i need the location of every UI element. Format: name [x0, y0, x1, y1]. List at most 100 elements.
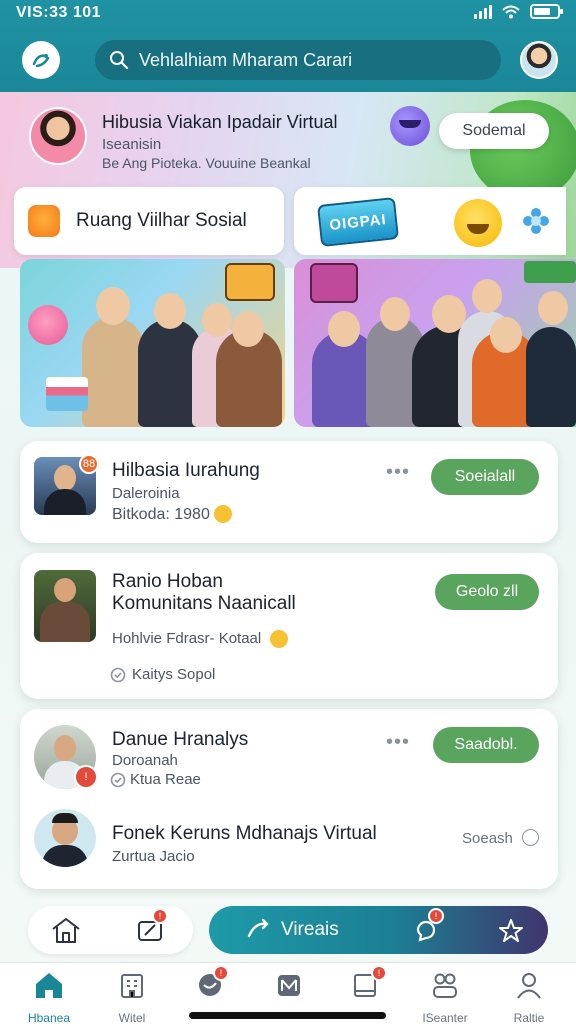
card-title-line2: Komunitans Naanicall — [112, 593, 296, 614]
search-input[interactable] — [139, 49, 479, 71]
search-icon — [110, 51, 129, 70]
person-figure — [82, 317, 144, 427]
community-card[interactable]: ! Danue Hranalys Doroanah Ktua Reae ••• … — [20, 709, 558, 889]
status-icons — [474, 4, 563, 19]
flag-sticker-icon — [46, 377, 88, 411]
person-head — [472, 279, 502, 313]
quick-actions: ! — [28, 906, 193, 954]
more-options-icon[interactable]: ••• — [386, 731, 410, 754]
signal-icon — [474, 4, 492, 19]
star-icon[interactable] — [498, 918, 524, 944]
nav-profile[interactable]: Raltie — [489, 971, 569, 1024]
card-avatar — [34, 570, 96, 642]
card-title: Ranio Hoban — [112, 571, 223, 592]
battery-icon — [530, 4, 563, 19]
nav-label: Hbanea — [27, 1011, 71, 1024]
social-room-chip[interactable]: Ruang Viilhar Sosial — [14, 187, 284, 255]
banner-description: Be Ang Pioteka. Vouuine Beankal — [102, 155, 311, 171]
social-room-label: Ruang Viilhar Sosial — [76, 210, 247, 231]
sticker-icon — [28, 305, 68, 345]
community-card[interactable]: Ranio Hoban Komunitans Naanicall Hohlvie… — [20, 553, 558, 699]
card-meta: Ktua Reae — [130, 771, 201, 788]
search-bar[interactable] — [95, 40, 501, 80]
person-head — [202, 303, 232, 337]
flower-icon — [523, 208, 549, 234]
mail-icon — [278, 975, 300, 996]
person-head — [380, 297, 410, 331]
app-logo-button[interactable] — [22, 41, 60, 79]
card-action-button[interactable]: Geolo zll — [435, 574, 539, 610]
person-head — [328, 311, 360, 347]
banner-title: Hibusia Viakan Ipadair Virtual — [102, 112, 338, 132]
nav-center[interactable]: ISeanter — [405, 971, 485, 1024]
community-photo-left[interactable] — [20, 259, 285, 427]
status-time: VIS:33 101 — [16, 4, 102, 21]
smiley-icon — [454, 199, 502, 247]
emoji-icon — [270, 630, 288, 648]
notification-badge: ! — [371, 965, 387, 981]
virtual-action-bar[interactable]: Vireais ! — [209, 906, 548, 954]
home-indicator — [189, 1012, 386, 1019]
nav-home[interactable]: Hbanea — [9, 971, 89, 1024]
nav-label: Raltie — [513, 1011, 545, 1024]
sticker-icon — [524, 261, 576, 283]
card-status: Soeash — [462, 830, 513, 847]
card-subtitle: Zurtua Jacio — [112, 848, 195, 865]
action-bar-label: Vireais — [281, 919, 339, 940]
sticker-icon — [310, 263, 358, 303]
card-subtitle: Doroanah — [112, 752, 178, 769]
check-circle-icon — [110, 772, 126, 788]
people-icon — [433, 973, 457, 998]
person-head — [96, 287, 130, 325]
card-title: Danue Hranalys — [112, 729, 249, 750]
card-meta: Bitkoda: 1980 — [112, 506, 210, 523]
person-head — [232, 311, 264, 347]
person-figure — [526, 327, 576, 427]
banner-button[interactable]: Sodemal — [439, 113, 549, 149]
check-circle-icon — [110, 667, 126, 683]
emoji-sticker-icon — [390, 106, 430, 146]
card-title: Fonek Keruns Mdhanajs Virtual — [112, 823, 377, 844]
logo-icon — [32, 54, 50, 68]
nav-groups[interactable]: Witel — [92, 971, 172, 1024]
notification-badge: ! — [213, 965, 229, 981]
badge-card-icon: OIGPAI — [317, 197, 399, 247]
more-options-icon[interactable]: ••• — [386, 461, 410, 484]
profile-icon — [517, 973, 541, 999]
community-photo-right[interactable] — [294, 259, 576, 427]
wifi-icon — [502, 5, 520, 18]
app-header: VIS:33 101 — [0, 0, 576, 92]
home-outline-icon[interactable] — [50, 916, 82, 944]
banner-avatar — [29, 107, 87, 165]
notification-badge: ! — [428, 908, 444, 924]
card-avatar — [34, 809, 96, 867]
card-action-button[interactable]: Soeialall — [431, 459, 539, 495]
emoji-icon — [214, 505, 232, 523]
card-action-button[interactable]: Saadobl. — [433, 727, 539, 763]
card-subtitle: Hohlvie Fdrasr- Kotaal — [112, 630, 262, 647]
card-meta: Kaitys Sopol — [132, 666, 216, 683]
person-head — [154, 293, 186, 329]
notification-badge: 88 — [79, 454, 99, 474]
profile-avatar[interactable] — [520, 41, 558, 79]
building-icon — [121, 974, 143, 998]
nav-book[interactable]: ! — [325, 965, 405, 999]
home-icon — [36, 973, 62, 998]
banner-subtitle: Iseanisin — [102, 136, 162, 153]
community-card[interactable]: 88 Hilbasia Iurahung Daleroinia Bitkoda:… — [20, 441, 558, 543]
person-head — [538, 291, 568, 325]
share-icon — [247, 918, 269, 938]
nav-chat[interactable]: ! — [170, 965, 250, 999]
card-title: Hilbasia Iurahung — [112, 460, 260, 481]
sticker-icon — [225, 263, 275, 301]
card-subtitle: Daleroinia — [112, 485, 180, 502]
nav-label: ISeanter — [422, 1011, 468, 1024]
stickers-chip[interactable]: OIGPAI — [294, 187, 566, 255]
notification-badge: ! — [74, 765, 98, 789]
radio-icon[interactable] — [522, 829, 539, 846]
person-head — [490, 317, 522, 353]
nav-mail[interactable] — [249, 971, 329, 999]
sticker-icon — [28, 205, 60, 237]
nav-label: Witel — [118, 1011, 146, 1024]
notification-badge: ! — [152, 908, 168, 924]
